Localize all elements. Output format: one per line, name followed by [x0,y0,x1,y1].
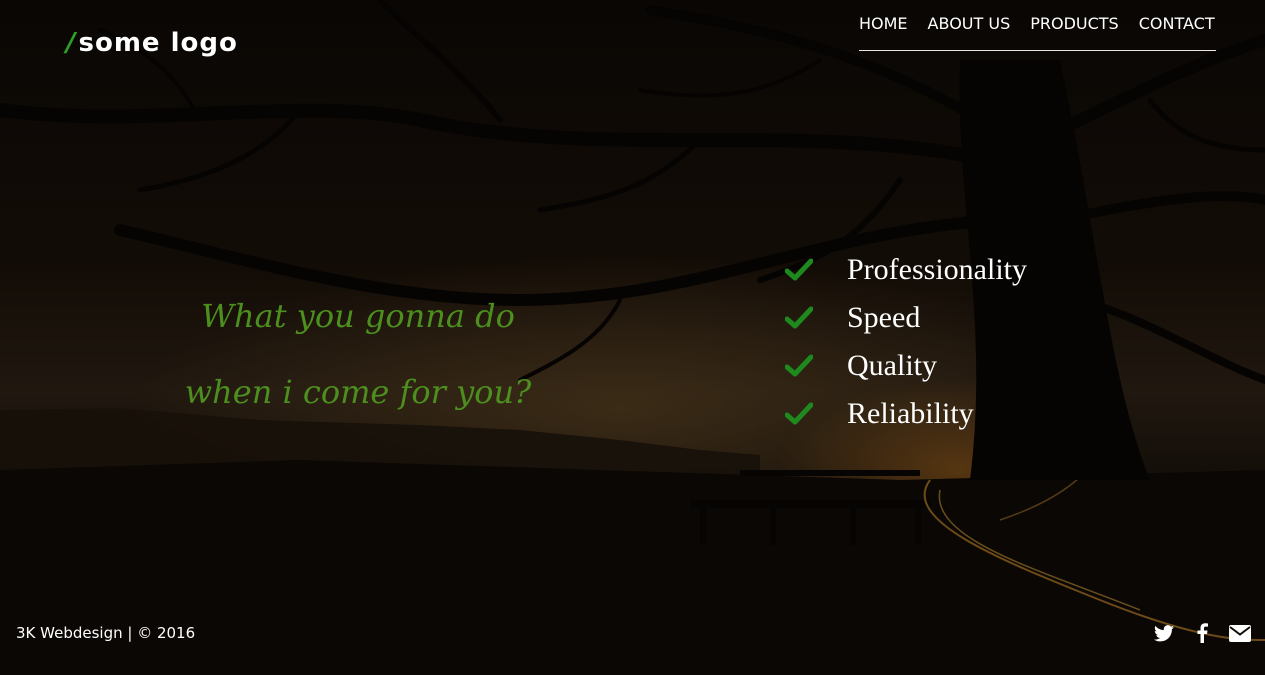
main-navigation: HOME ABOUT US PRODUCTS CONTACT [859,14,1216,51]
logo-text: some logo [78,28,238,58]
feature-label: Speed [847,301,921,334]
feature-list: Professionality Speed Quality Reliabilit… [785,246,1027,438]
feature-label: Quality [847,349,937,382]
logo-slash: / [66,28,77,58]
feature-item: Speed [785,294,1027,342]
twitter-icon[interactable] [1153,622,1175,644]
checkmark-icon [785,400,813,428]
nav-contact-link[interactable]: CONTACT [1139,14,1215,33]
feature-label: Reliability [847,397,974,430]
slogan-line-2: when i come for you? [184,373,532,411]
feature-item: Reliability [785,390,1027,438]
feature-item: Professionality [785,246,1027,294]
feature-label: Professionality [847,253,1027,286]
social-links [1153,622,1251,644]
site-logo[interactable]: /some logo [66,28,238,58]
footer-copyright: 3K Webdesign | © 2016 [16,624,196,642]
checkmark-icon [785,352,813,380]
checkmark-icon [785,304,813,332]
envelope-icon[interactable] [1229,622,1251,644]
hero-slogan: What you gonna do when i come for you? [178,278,538,430]
slogan-line-1: What you gonna do [201,297,515,335]
nav-home-link[interactable]: HOME [859,14,908,33]
nav-products-link[interactable]: PRODUCTS [1030,14,1119,33]
nav-about-link[interactable]: ABOUT US [928,14,1011,33]
checkmark-icon [785,256,813,284]
facebook-icon[interactable] [1191,622,1213,644]
feature-item: Quality [785,342,1027,390]
